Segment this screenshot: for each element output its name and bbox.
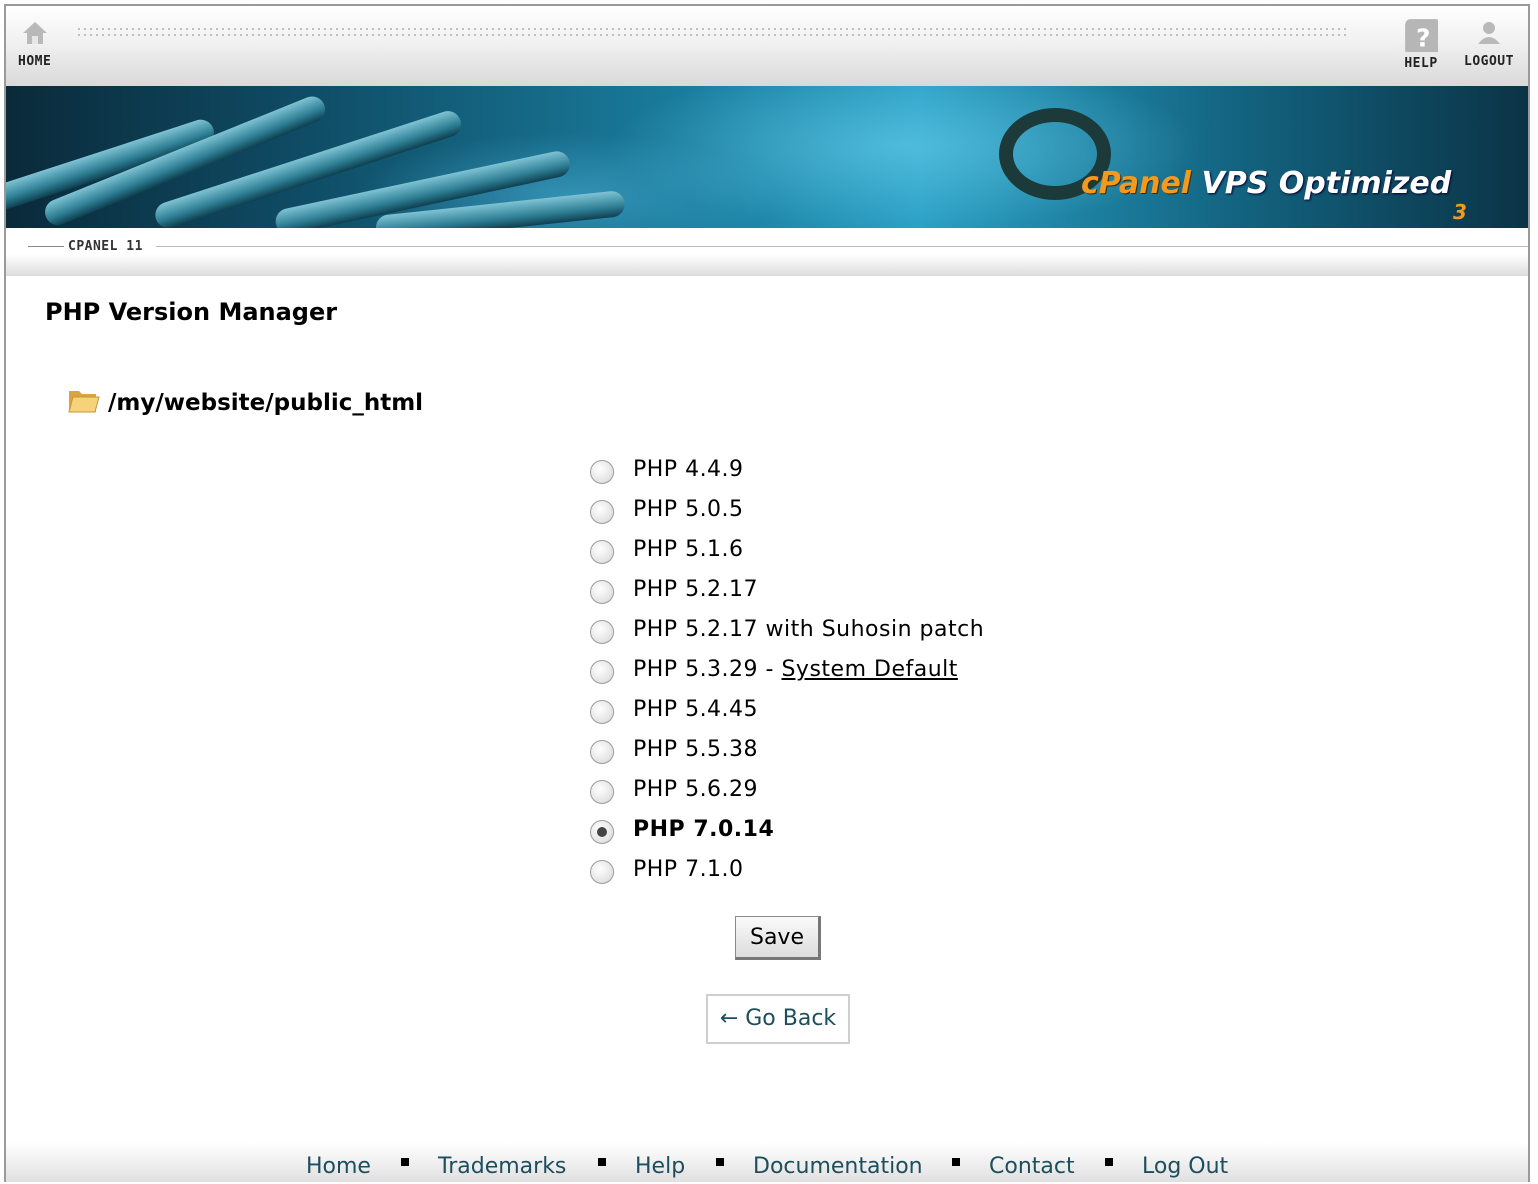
logout-button[interactable]: LOGOUT bbox=[1464, 18, 1514, 69]
save-button[interactable]: Save bbox=[735, 916, 821, 960]
home-button[interactable]: HOME bbox=[18, 18, 51, 69]
footer-link-documentation[interactable]: Documentation bbox=[753, 1154, 923, 1179]
version-strip: CPANEL 11 bbox=[6, 228, 1528, 276]
version-radio-selected[interactable] bbox=[590, 820, 614, 844]
version-radio[interactable] bbox=[590, 860, 614, 884]
go-back-button[interactable]: ← Go Back bbox=[706, 994, 850, 1044]
version-label-system-default: PHP 5.3.29 - System Default bbox=[633, 657, 958, 682]
cpanel-version-label: CPANEL 11 bbox=[68, 239, 143, 254]
footer-link-home[interactable]: Home bbox=[306, 1154, 371, 1179]
svg-text:?: ? bbox=[1416, 23, 1430, 52]
version-label: PHP 5.1.6 bbox=[633, 537, 744, 562]
version-label: PHP 5.6.29 bbox=[633, 777, 759, 802]
help-button[interactable]: ? HELP bbox=[1404, 18, 1438, 71]
toolbar-dots-decoration bbox=[76, 26, 1348, 40]
footer-link-trademarks[interactable]: Trademarks bbox=[438, 1154, 566, 1179]
footer-separator bbox=[716, 1158, 724, 1166]
footer-link-contact[interactable]: Contact bbox=[989, 1154, 1075, 1179]
help-label: HELP bbox=[1404, 56, 1438, 71]
user-icon bbox=[1477, 22, 1500, 44]
brand-text: cPanel VPS Optimized bbox=[1081, 166, 1452, 201]
logout-label: LOGOUT bbox=[1464, 54, 1514, 69]
path-text: /my/website/public_html bbox=[108, 390, 424, 416]
cpanel-banner: cPanel VPS Optimized 3 bbox=[6, 86, 1528, 228]
cpanel-window: HOME ? HELP LOGOUT cPanel VPS Optimized … bbox=[4, 4, 1530, 1182]
footer-separator bbox=[401, 1158, 409, 1166]
version-label: PHP 5.2.17 bbox=[633, 577, 759, 602]
version-radio[interactable] bbox=[590, 700, 614, 724]
cpanel-vps-logo: cPanel VPS Optimized 3 bbox=[991, 104, 1467, 224]
version-label: PHP 4.4.9 bbox=[633, 457, 744, 482]
version-label: PHP 5.4.45 bbox=[633, 697, 759, 722]
top-toolbar: HOME ? HELP LOGOUT bbox=[6, 6, 1528, 86]
version-label-selected: PHP 7.0.14 bbox=[633, 817, 775, 842]
brand-subscript: 3 bbox=[1453, 200, 1467, 224]
version-radio[interactable] bbox=[590, 500, 614, 524]
version-label: PHP 5.0.5 bbox=[633, 497, 744, 522]
folder-icon bbox=[68, 391, 100, 413]
help-icon: ? bbox=[1405, 19, 1438, 52]
version-radio[interactable] bbox=[590, 540, 614, 564]
version-radio[interactable] bbox=[590, 460, 614, 484]
footer-separator bbox=[952, 1158, 960, 1166]
page-title: PHP Version Manager bbox=[45, 298, 338, 326]
home-label: HOME bbox=[18, 54, 52, 69]
home-icon bbox=[22, 22, 47, 44]
version-radio[interactable] bbox=[590, 740, 614, 764]
system-default-link[interactable]: System Default bbox=[781, 657, 957, 682]
version-radio[interactable] bbox=[590, 780, 614, 804]
version-label: PHP 7.1.0 bbox=[633, 857, 744, 882]
version-radio[interactable] bbox=[590, 620, 614, 644]
footer-link-logout[interactable]: Log Out bbox=[1142, 1154, 1228, 1179]
version-label: PHP 5.5.38 bbox=[633, 737, 759, 762]
version-radio[interactable] bbox=[590, 580, 614, 604]
version-label: PHP 5.2.17 with Suhosin patch bbox=[633, 617, 985, 642]
footer-separator bbox=[598, 1158, 606, 1166]
footer-nav: Home Trademarks Help Documentation Conta… bbox=[6, 1142, 1528, 1182]
footer-separator bbox=[1105, 1158, 1113, 1166]
footer-link-help[interactable]: Help bbox=[635, 1154, 685, 1179]
version-radio[interactable] bbox=[590, 660, 614, 684]
